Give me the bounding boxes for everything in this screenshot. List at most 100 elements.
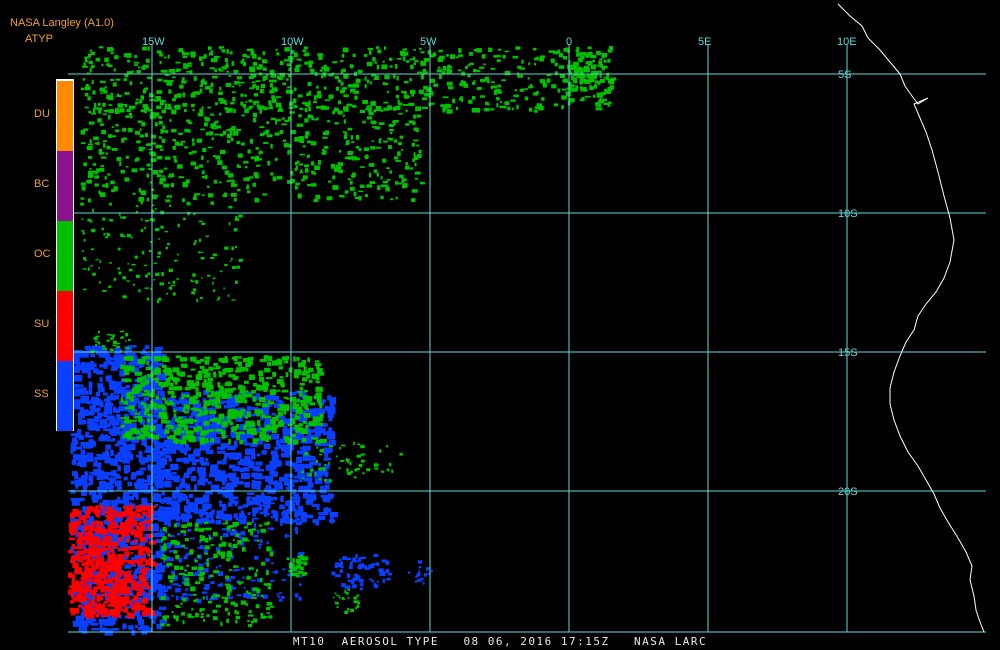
aerosol-pixel [186, 564, 190, 567]
aerosol-pixel [469, 52, 474, 56]
aerosol-pixel [255, 402, 261, 406]
aerosol-pixel [377, 49, 382, 54]
aerosol-pixel [231, 587, 236, 590]
aerosol-pixel [91, 420, 99, 423]
aerosol-pixel [159, 282, 164, 286]
aerosol-pixel [220, 149, 226, 155]
aerosol-pixel [260, 539, 263, 543]
aerosol-pixel [386, 179, 391, 181]
aerosol-pixel [405, 95, 411, 98]
aerosol-pixel [108, 506, 111, 510]
aerosol-pixel [222, 544, 227, 547]
aerosol-pixel [173, 439, 180, 443]
aerosol-pixel [156, 155, 163, 160]
aerosol-pixel [375, 562, 380, 566]
aerosol-pixel [179, 357, 187, 362]
aerosol-pixel [170, 540, 175, 545]
aerosol-pixel [298, 194, 302, 199]
aerosol-pixel [307, 81, 312, 87]
aerosol-pixel [117, 496, 121, 500]
lat-label: 20S [838, 486, 858, 498]
aerosol-pixel [98, 190, 101, 195]
aerosol-pixel [261, 59, 268, 64]
aerosol-pixel [85, 614, 90, 619]
aerosol-pixel [152, 194, 157, 200]
aerosol-pixel [235, 396, 243, 400]
aerosol-pixel [399, 135, 404, 139]
aerosol-pixel [279, 129, 284, 134]
aerosol-pixel [322, 136, 328, 139]
aerosol-pixel [339, 149, 342, 153]
aerosol-pixel [533, 57, 537, 61]
aerosol-pixel [87, 267, 90, 271]
aerosol-pixel [194, 484, 198, 492]
aerosol-pixel [242, 58, 245, 62]
aerosol-pixel [102, 184, 106, 187]
aerosol-pixel [590, 86, 593, 89]
legend-swatch-du [57, 81, 73, 151]
aerosol-pixel [265, 607, 271, 610]
aerosol-pixel [272, 571, 277, 574]
aerosol-pixel [111, 552, 116, 558]
aerosol-pixel [358, 148, 362, 152]
aerosol-pixel [122, 623, 127, 630]
aerosol-pixel [158, 169, 164, 173]
aerosol-pixel [239, 467, 245, 473]
aerosol-pixel [295, 415, 300, 420]
aerosol-pixel [231, 182, 235, 187]
aerosol-pixel [272, 385, 276, 388]
aerosol-pixel [91, 521, 95, 526]
aerosol-pixel [596, 92, 602, 98]
aerosol-pixel [95, 613, 100, 618]
aerosol-pixel [184, 418, 191, 424]
aerosol-pixel [299, 163, 303, 166]
aerosol-pixel [302, 49, 307, 52]
aerosol-pixel [169, 119, 172, 122]
aerosol-pixel [96, 511, 100, 518]
aerosol-pixel [135, 386, 141, 392]
aerosol-pixel [90, 426, 96, 431]
aerosol-pixel [162, 406, 167, 411]
aerosol-pixel [169, 204, 172, 207]
aerosol-pixel [187, 593, 193, 596]
aerosol-pixel [416, 114, 422, 118]
aerosol-pixel [256, 104, 260, 108]
aerosol-pixel [226, 482, 233, 488]
legend-label-su: SU [34, 318, 50, 330]
aerosol-pixel [98, 330, 100, 334]
aerosol-pixel [230, 388, 234, 393]
aerosol-pixel [140, 109, 145, 113]
aerosol-pixel [258, 524, 263, 527]
aerosol-pixel [263, 142, 269, 144]
aerosol-pixel [180, 602, 183, 605]
aerosol-pixel [381, 573, 384, 576]
aerosol-pixel [282, 82, 287, 86]
aerosol-pixel [294, 168, 297, 171]
aerosol-pixel [327, 413, 334, 418]
aerosol-pixel [402, 104, 409, 106]
aerosol-pixel [240, 142, 245, 146]
aerosol-pixel [224, 583, 231, 586]
aerosol-pixel [106, 63, 111, 66]
aerosol-pixel [205, 384, 209, 387]
aerosol-pixel [283, 143, 289, 148]
aerosol-pixel [304, 164, 309, 168]
aerosol-pixel [277, 175, 283, 180]
aerosol-pixel [222, 130, 227, 135]
coastline-africa [837, 3, 985, 633]
aerosol-pixel [202, 596, 205, 600]
aerosol-pixel [318, 478, 322, 480]
aerosol-pixel [214, 133, 220, 136]
aerosol-pixel [381, 64, 388, 70]
aerosol-pixel [212, 609, 218, 613]
aerosol-pixel [90, 622, 99, 626]
aerosol-pixel [276, 593, 280, 596]
aerosol-pixel [210, 58, 215, 62]
aerosol-pixel [105, 109, 108, 113]
aerosol-pixel [248, 374, 255, 380]
aerosol-pixel [315, 386, 323, 392]
aerosol-pixel [192, 459, 197, 466]
aerosol-pixel [256, 588, 261, 593]
aerosol-pixel [183, 64, 189, 69]
aerosol-pixel [253, 100, 257, 105]
